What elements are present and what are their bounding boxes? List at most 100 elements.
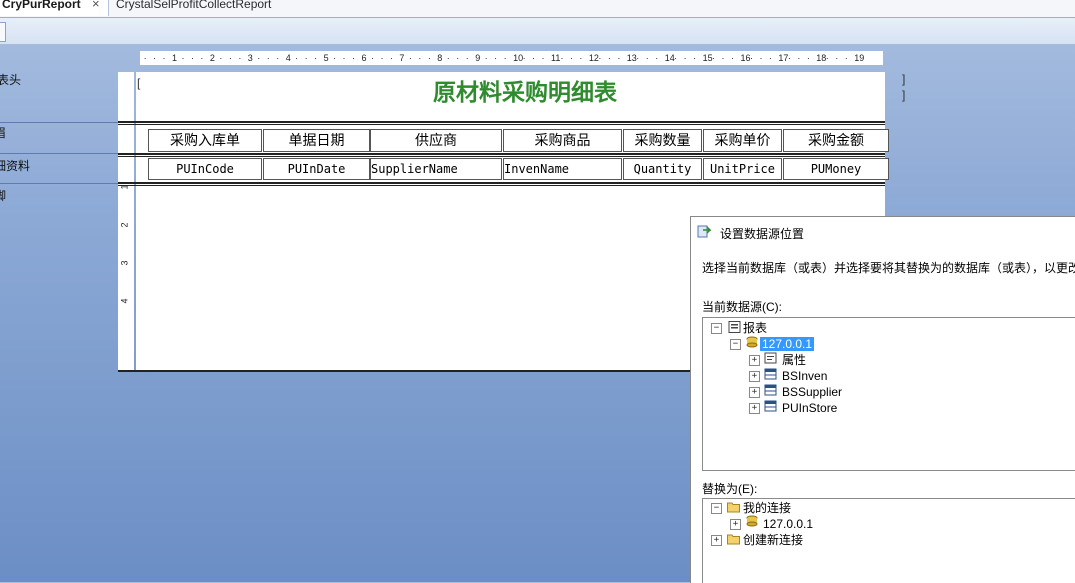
ruler-tick: · <box>304 53 308 63</box>
tree-node-puinstore[interactable]: PUInStore <box>782 401 837 415</box>
tab-crypurreport[interactable]: CryPurReport × <box>0 0 109 16</box>
tree-node-server[interactable]: 127.0.0.1 <box>763 517 813 531</box>
ruler-tick: · <box>721 53 725 63</box>
ruler-tick: · <box>532 53 536 63</box>
section-label-report-header[interactable]: 表头 <box>0 71 21 88</box>
database-icon <box>746 336 758 348</box>
section-boundary[interactable] <box>118 153 885 155</box>
toolbar-button[interactable] <box>0 22 6 42</box>
ruler-tick-label: 5 <box>323 53 329 63</box>
tree-node-server-selected[interactable]: 127.0.0.1 <box>760 337 815 351</box>
field-invenname[interactable]: InvenName <box>503 158 622 180</box>
expand-icon[interactable]: + <box>749 387 760 398</box>
section-boundary[interactable] <box>118 182 885 184</box>
expand-icon[interactable]: + <box>711 535 722 546</box>
field-pumoney[interactable]: PUMoney <box>783 158 889 180</box>
ruler-tick-label: 2 <box>209 53 215 63</box>
ruler-tick: · <box>190 53 194 63</box>
ruler-tick: · <box>446 53 450 63</box>
section-label-details[interactable]: 细资料 <box>0 157 30 174</box>
table-icon <box>764 368 777 380</box>
tree-node-bsinven[interactable]: BSInven <box>782 369 827 383</box>
ruler-tick: · <box>276 53 280 63</box>
column-header-quantity[interactable]: 采购数量 <box>623 129 702 152</box>
tree-node-create-new-connection[interactable]: 创建新连接 <box>743 533 803 547</box>
section-boundary <box>118 124 885 125</box>
section-label-page-header[interactable]: 眉 <box>0 124 6 141</box>
field-puincode[interactable]: PUInCode <box>148 158 262 180</box>
report-title[interactable]: 原材料采购明细表 <box>300 73 750 107</box>
column-header-unit-price[interactable]: 采购单价 <box>703 129 782 152</box>
toolbar <box>0 18 1075 45</box>
tree-node-properties[interactable]: 属性 <box>782 353 806 367</box>
column-header-product[interactable]: 采购商品 <box>503 129 622 152</box>
ruler-tick: · <box>645 53 649 63</box>
collapse-icon[interactable]: − <box>711 323 722 334</box>
ruler-tick: · <box>494 53 498 63</box>
close-icon[interactable]: × <box>92 0 100 11</box>
dialog-title: 设置数据源位置 <box>720 227 805 241</box>
column-header-supplier[interactable]: 供应商 <box>370 129 502 152</box>
collapse-icon[interactable]: − <box>711 503 722 514</box>
properties-icon <box>764 352 777 364</box>
column-header-purchase-receipt[interactable]: 采购入库单 <box>148 129 262 152</box>
ruler-tick: · <box>295 53 299 63</box>
vertical-ruler: 1234 <box>118 72 134 372</box>
ruler-tick: · <box>465 53 469 63</box>
ruler-tick: · <box>759 53 763 63</box>
field-quantity[interactable]: Quantity <box>623 158 702 180</box>
ruler-tick: · <box>257 53 261 63</box>
section-boundary[interactable] <box>118 121 885 123</box>
ruler-tick: · <box>238 53 242 63</box>
ruler-tick: · <box>427 53 431 63</box>
ruler-tick: · <box>541 53 545 63</box>
ruler-tick: · <box>607 53 611 63</box>
ruler-tick: · <box>636 53 640 63</box>
section-label-report-footer[interactable]: 脚 <box>0 187 6 204</box>
ruler-tick: · <box>768 53 772 63</box>
field-unitprice[interactable]: UnitPrice <box>703 158 782 180</box>
object-bracket: ] <box>902 88 906 102</box>
folder-icon <box>727 502 740 513</box>
field-puindate[interactable]: PUInDate <box>263 158 370 180</box>
tree-node-report[interactable]: 报表 <box>743 321 767 335</box>
ruler-tick: · <box>153 53 157 63</box>
section-boundary <box>118 185 885 186</box>
ruler-tick: · <box>181 53 185 63</box>
table-icon <box>764 400 777 412</box>
report-icon <box>728 321 741 333</box>
expand-icon[interactable]: + <box>749 355 760 366</box>
ruler-tick: · <box>712 53 716 63</box>
folder-icon <box>727 534 740 545</box>
column-header-document-date[interactable]: 单据日期 <box>263 129 370 152</box>
ruler-tick: · <box>835 53 839 63</box>
ruler-tick: · <box>418 53 422 63</box>
tree-node-bssupplier[interactable]: BSSupplier <box>782 385 842 399</box>
ruler-tick: · <box>484 53 488 63</box>
section-boundary <box>118 156 885 157</box>
ruler-tick-label: 1 <box>172 53 178 63</box>
expand-icon[interactable]: + <box>749 371 760 382</box>
expand-icon[interactable]: + <box>730 519 741 530</box>
ruler-tick: · <box>579 53 583 63</box>
ruler-tick: · <box>333 53 337 63</box>
tree-node-my-connections[interactable]: 我的连接 <box>743 501 791 515</box>
datasource-icon <box>697 225 711 238</box>
ruler-tick-label: 19 <box>854 53 865 63</box>
expand-icon[interactable]: + <box>749 403 760 414</box>
ruler-tick: · <box>522 53 526 63</box>
ruler-tick: · <box>370 53 374 63</box>
dialog-description: 选择当前数据库（或表）并选择要将其替换为的数据库（或表），以更改 <box>702 261 1075 275</box>
ruler-tick-label: 3 <box>247 53 253 63</box>
ruler-tick: · <box>219 53 223 63</box>
table-icon <box>764 384 777 396</box>
ruler-tick: · <box>143 53 147 63</box>
collapse-icon[interactable]: − <box>730 339 741 350</box>
column-header-amount[interactable]: 采购金额 <box>783 129 889 152</box>
tab-crystalselprofitcollectreport[interactable]: CrystalSelProfitCollectReport <box>110 0 300 16</box>
field-suppliername[interactable]: SupplierName <box>370 158 502 180</box>
vruler-tick-label: 3 <box>119 260 130 266</box>
ruler-tick: · <box>408 53 412 63</box>
ruler-tick: · <box>749 53 753 63</box>
ruler-tick: · <box>228 53 232 63</box>
